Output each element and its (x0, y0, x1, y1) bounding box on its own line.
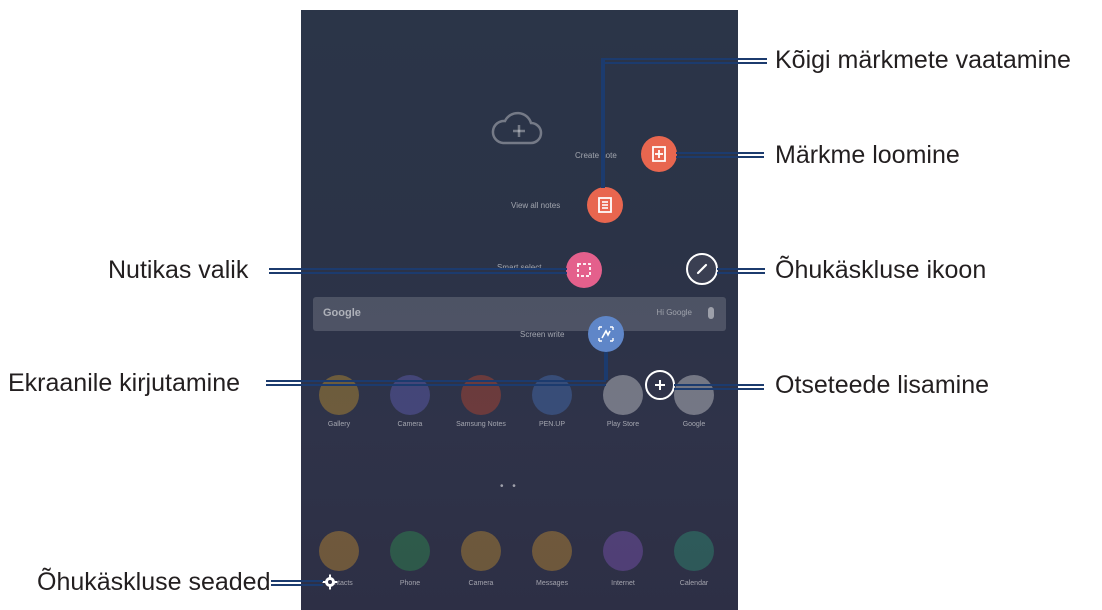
mic-icon[interactable] (708, 307, 714, 319)
leader-view-all-notes-top (601, 58, 767, 64)
smart-select-icon[interactable] (566, 252, 602, 288)
app-icon-play-store[interactable] (603, 375, 643, 415)
app-icon-google[interactable] (674, 375, 714, 415)
app-icon-messages[interactable] (532, 531, 572, 571)
screen-write-icon[interactable] (588, 316, 624, 352)
app-icon-camera-dock[interactable] (461, 531, 501, 571)
leader-smart-select (269, 268, 567, 274)
leader-air-command-icon (717, 268, 765, 274)
leader-add-shortcuts (674, 384, 764, 390)
app-label: Internet (611, 580, 635, 587)
callout-add-shortcuts: Otseteede lisamine (775, 371, 990, 399)
app-label: Play Store (606, 421, 640, 428)
callout-air-command-settings: Õhukäskluse seaded (37, 568, 271, 596)
app-label: Camera (397, 421, 423, 428)
app-icon-internet[interactable] (603, 531, 643, 571)
app-label: Samsung Notes (456, 421, 506, 428)
callout-view-all-notes: Kõigi märkmete vaatamine (775, 46, 1071, 74)
cloud-add-icon[interactable] (489, 109, 543, 149)
leader-create-note (676, 152, 764, 158)
app-icon-calendar[interactable] (674, 531, 714, 571)
app-label: Messages (536, 580, 568, 587)
app-icon-phone[interactable] (390, 531, 430, 571)
create-note-text[interactable]: Create note (575, 151, 617, 160)
leader-screen-write-vertical (604, 352, 608, 380)
gear-icon[interactable] (322, 574, 338, 590)
air-command-pen-icon[interactable] (686, 253, 718, 285)
app-label: Calendar (679, 580, 709, 587)
add-icon[interactable] (645, 370, 675, 400)
leader-screen-write (266, 380, 606, 386)
callout-screen-write: Ekraanile kirjutamine (8, 369, 241, 397)
device-screen: Create note View all notes Smart select … (301, 10, 738, 610)
app-label: Camera (468, 580, 494, 587)
callout-smart-select: Nutikas valik (108, 256, 249, 284)
app-label: Google (682, 421, 706, 428)
app-label: PEN.UP (538, 421, 566, 428)
google-logo: Google (323, 307, 361, 319)
view-all-notes-text[interactable]: View all notes (511, 201, 560, 210)
app-label: Phone (399, 580, 421, 587)
app-icon-contacts[interactable] (319, 531, 359, 571)
callout-air-command-icon: Õhukäskluse ikoon (775, 256, 987, 284)
callout-create-note: Märkme loomine (775, 141, 960, 169)
google-search-bar[interactable]: Google Hi Google (313, 297, 726, 331)
leader-view-all-notes (601, 60, 605, 188)
screen-write-text[interactable]: Screen write (520, 330, 564, 339)
page-indicator: • • (500, 481, 519, 492)
create-note-icon[interactable] (641, 136, 677, 172)
view-notes-icon[interactable] (587, 187, 623, 223)
search-hint: Hi Google (656, 308, 692, 317)
leader-air-command-settings (271, 580, 323, 586)
app-label: Gallery (327, 421, 351, 428)
